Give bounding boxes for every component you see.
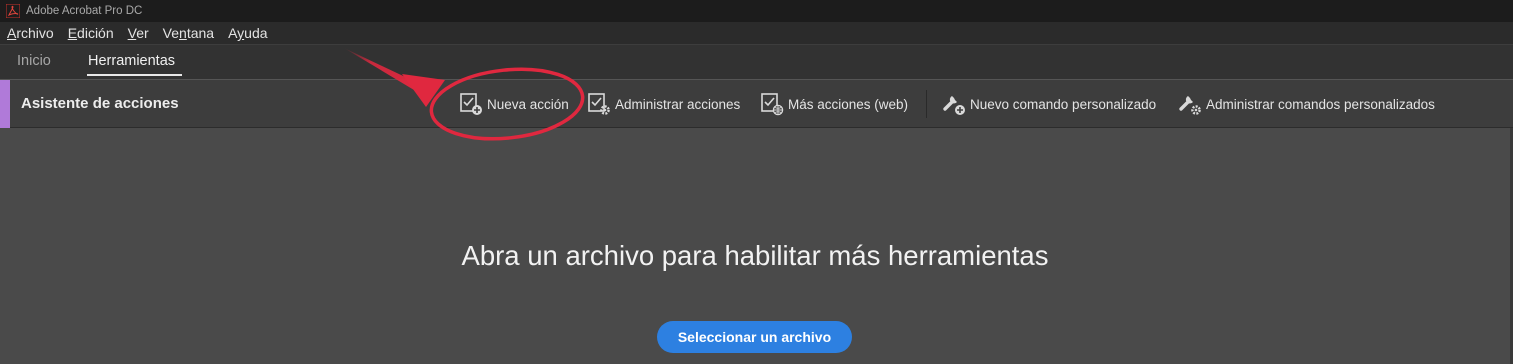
acrobat-logo-icon	[6, 4, 20, 18]
tool-title: Asistente de acciones	[21, 95, 179, 112]
acrobat-window: Adobe Acrobat Pro DC Archivo Edición Ver…	[0, 0, 1513, 364]
more-actions-web-button[interactable]: Más acciones (web)	[760, 92, 908, 116]
menu-ver[interactable]: Ver	[128, 25, 149, 41]
menu-edicion[interactable]: Edición	[68, 25, 114, 41]
menu-ver-mnemonic: V	[127, 25, 137, 41]
menu-ayuda[interactable]: Ayuda	[228, 25, 267, 41]
main-content: Abra un archivo para habilitar más herra…	[0, 128, 1513, 364]
new-action-icon	[460, 93, 482, 115]
menu-ayuda-end: uda	[244, 25, 268, 41]
toolbar-separator	[926, 90, 927, 118]
menu-edicion-mnemonic: E	[67, 25, 78, 41]
menu-edicion-rest: dición	[77, 25, 114, 41]
menu-ventana-mnemonic: n	[179, 25, 187, 41]
new-custom-command-icon	[943, 96, 965, 115]
menu-bar: Archivo Edición Ver Ventana Ayuda	[0, 22, 1513, 44]
menu-ventana-start: Ve	[162, 25, 180, 41]
manage-custom-commands-icon	[1179, 96, 1201, 115]
tab-inicio[interactable]: Inicio	[17, 53, 51, 69]
manage-custom-commands-label: Administrar comandos personalizados	[1206, 96, 1435, 112]
new-action-label: Nueva acción	[487, 96, 569, 112]
more-actions-web-label: Más acciones (web)	[788, 96, 909, 112]
menu-archivo-rest: rchivo	[16, 25, 54, 41]
manage-actions-button[interactable]: Administrar acciones	[587, 92, 740, 116]
tabs-bar: Inicio Herramientas	[0, 44, 1513, 79]
menu-archivo[interactable]: Archivo	[7, 25, 54, 41]
tab-herramientas[interactable]: Herramientas	[88, 53, 175, 69]
manage-actions-label: Administrar acciones	[615, 96, 741, 112]
more-actions-web-icon	[761, 93, 784, 116]
new-custom-command-button[interactable]: Nuevo comando personalizado	[942, 92, 1156, 116]
active-tab-indicator	[87, 74, 182, 76]
menu-ayuda-start: A	[228, 25, 238, 41]
tool-accent-bar	[0, 80, 10, 128]
menu-ventana-end: tana	[186, 25, 215, 41]
select-file-button[interactable]: Seleccionar un archivo	[657, 321, 852, 353]
menu-ver-rest: er	[136, 25, 149, 41]
manage-actions-icon	[588, 93, 610, 115]
action-wizard-toolbar: Asistente de acciones Nueva acción Admin…	[0, 79, 1513, 128]
new-custom-command-label: Nuevo comando personalizado	[970, 96, 1157, 112]
window-title: Adobe Acrobat Pro DC	[26, 5, 143, 17]
empty-state-headline: Abra un archivo para habilitar más herra…	[461, 240, 1049, 271]
new-action-button[interactable]: Nueva acción	[459, 92, 569, 116]
title-bar: Adobe Acrobat Pro DC	[0, 0, 1513, 22]
menu-ventana[interactable]: Ventana	[163, 25, 214, 41]
manage-custom-commands-button[interactable]: Administrar comandos personalizados	[1178, 92, 1435, 116]
menu-archivo-mnemonic: A	[7, 25, 17, 41]
